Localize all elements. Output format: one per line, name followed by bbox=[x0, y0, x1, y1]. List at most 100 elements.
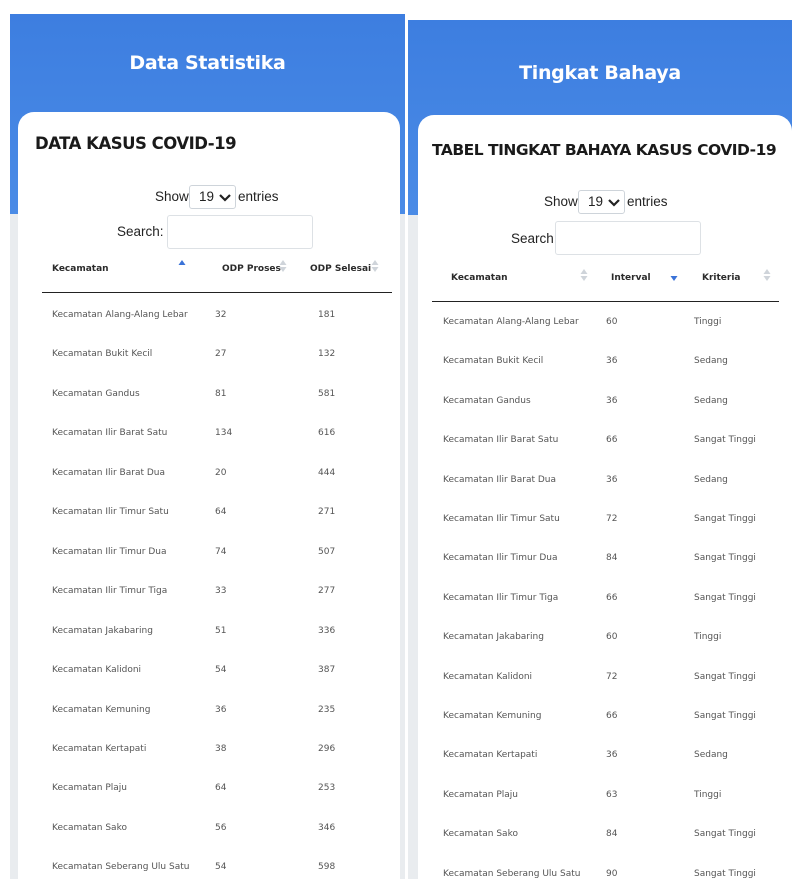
card-title: DATA KASUS COVID-19 bbox=[35, 134, 237, 153]
cell-odp-proses: 32 bbox=[215, 310, 227, 320]
cell-kecamatan: Kecamatan Alang-Alang Lebar bbox=[52, 310, 188, 320]
table-row: Kecamatan Ilir Timur Tiga 33 277 bbox=[42, 586, 392, 624]
entries-label: entries bbox=[238, 189, 279, 204]
sort-both-icon[interactable] bbox=[279, 259, 287, 273]
table-row: Kecamatan Ilir Timur Satu 72 Sangat Tinggi bbox=[432, 514, 779, 552]
sort-descending-icon[interactable] bbox=[670, 268, 678, 282]
column-header-kecamatan[interactable]: Kecamatan bbox=[451, 273, 508, 283]
table-row: Kecamatan Alang-Alang Lebar 60 Tinggi bbox=[432, 317, 779, 355]
cell-interval: 63 bbox=[606, 789, 618, 800]
table-row: Kecamatan Ilir Barat Dua 20 444 bbox=[42, 468, 392, 506]
table-header: Kecamatan Interval Kriteria bbox=[432, 269, 779, 302]
cell-interval: 66 bbox=[606, 711, 618, 721]
cell-interval: 60 bbox=[606, 317, 618, 327]
cell-odp-proses: 81 bbox=[215, 388, 227, 399]
hero-title: Tingkat Bahaya bbox=[519, 62, 681, 84]
cell-odp-selesai: 277 bbox=[318, 586, 336, 597]
show-label: Show bbox=[544, 194, 578, 209]
cell-odp-selesai: 598 bbox=[318, 862, 336, 873]
cell-odp-proses: 20 bbox=[215, 467, 227, 478]
chevron-down-icon bbox=[608, 199, 620, 207]
cell-kriteria: Tinggi bbox=[694, 317, 722, 327]
cell-kriteria: Sedang bbox=[694, 356, 728, 367]
card-title: TABEL TINGKAT BAHAYA KASUS COVID-19 bbox=[432, 141, 777, 159]
cell-odp-proses: 38 bbox=[215, 743, 227, 754]
tingkat-bahaya-panel: Tingkat Bahaya TABEL TINGKAT BAHAYA KASU… bbox=[408, 20, 792, 879]
cell-odp-proses: 64 bbox=[215, 507, 227, 518]
entries-select[interactable]: 19 bbox=[578, 190, 625, 214]
sort-both-icon[interactable] bbox=[763, 268, 771, 282]
cell-odp-selesai: 507 bbox=[318, 546, 336, 557]
table-row: Kecamatan Ilir Timur Dua 74 507 bbox=[42, 547, 392, 585]
cell-interval: 84 bbox=[606, 829, 618, 840]
cell-interval: 66 bbox=[606, 592, 618, 603]
cell-kecamatan: Kecamatan Kemuning bbox=[52, 704, 151, 715]
sort-both-icon[interactable] bbox=[580, 268, 588, 282]
cell-kecamatan: Kecamatan Ilir Barat Dua bbox=[52, 467, 166, 478]
cell-kecamatan: Kecamatan Ilir Barat Dua bbox=[443, 474, 557, 485]
search-label: Search: bbox=[117, 224, 164, 239]
column-header-kriteria[interactable]: Kriteria bbox=[702, 273, 741, 283]
cell-kecamatan: Kecamatan Bukit Kecil bbox=[443, 356, 544, 367]
cell-odp-selesai: 581 bbox=[318, 388, 336, 399]
cell-odp-selesai: 346 bbox=[318, 822, 336, 833]
cell-kecamatan: Kecamatan Kemuning bbox=[443, 711, 542, 721]
table-row: Kecamatan Ilir Timur Satu 64 271 bbox=[42, 507, 392, 545]
cell-odp-proses: 56 bbox=[215, 822, 227, 833]
cell-odp-proses: 51 bbox=[215, 625, 227, 636]
table-row: Kecamatan Sako 56 346 bbox=[42, 823, 392, 861]
cell-interval: 60 bbox=[606, 632, 618, 643]
cell-kecamatan: Kecamatan Gandus bbox=[52, 388, 140, 399]
cell-interval: 72 bbox=[606, 514, 618, 524]
cell-kriteria: Sangat Tinggi bbox=[694, 671, 756, 682]
table-row: Kecamatan Plaju 64 253 bbox=[42, 783, 392, 821]
entries-select[interactable]: 19 bbox=[189, 185, 236, 209]
cell-odp-proses: 74 bbox=[215, 546, 227, 557]
cell-kriteria: Sedang bbox=[694, 474, 728, 485]
cell-odp-selesai: 271 bbox=[318, 507, 336, 518]
entries-value: 19 bbox=[199, 189, 215, 204]
table-row: Kecamatan Sako 84 Sangat Tinggi bbox=[432, 829, 779, 867]
table-row: Kecamatan Kalidoni 72 Sangat Tinggi bbox=[432, 672, 779, 710]
cell-kriteria: Sangat Tinggi bbox=[694, 514, 756, 524]
column-header-odp-proses[interactable]: ODP Proses bbox=[222, 264, 281, 274]
data-card: DATA KASUS COVID-19 Show 19 entries Sear… bbox=[18, 112, 400, 879]
cell-odp-proses: 33 bbox=[215, 586, 227, 597]
cell-kriteria: Sangat Tinggi bbox=[694, 868, 756, 879]
cell-kriteria: Sangat Tinggi bbox=[694, 435, 756, 446]
search-input[interactable] bbox=[167, 215, 313, 249]
cell-kriteria: Sedang bbox=[694, 750, 728, 761]
cell-odp-proses: 36 bbox=[215, 704, 227, 715]
cell-odp-selesai: 444 bbox=[318, 467, 336, 478]
cell-kecamatan: Kecamatan Sako bbox=[52, 822, 127, 833]
column-header-odp-selesai[interactable]: ODP Selesai bbox=[310, 264, 371, 274]
cell-interval: 36 bbox=[606, 356, 618, 367]
cell-kriteria: Sangat Tinggi bbox=[694, 592, 756, 603]
cell-kecamatan: Kecamatan Ilir Timur Tiga bbox=[443, 592, 559, 603]
cell-kecamatan: Kecamatan Jakabaring bbox=[52, 625, 153, 636]
table-row: Kecamatan Gandus 36 Sedang bbox=[432, 396, 779, 434]
table-row: Kecamatan Bukit Kecil 27 132 bbox=[42, 349, 392, 387]
hero-title: Data Statistika bbox=[129, 52, 286, 74]
cell-kecamatan: Kecamatan Kalidoni bbox=[52, 665, 142, 676]
cell-kriteria: Tinggi bbox=[694, 789, 722, 800]
cell-kecamatan: Kecamatan Kertapati bbox=[443, 750, 538, 761]
table-row: Kecamatan Ilir Timur Tiga 66 Sangat Tinggi bbox=[432, 593, 779, 631]
search-input[interactable] bbox=[555, 221, 701, 255]
table-row: Kecamatan Bukit Kecil 36 Sedang bbox=[432, 356, 779, 394]
data-statistika-panel: Data Statistika DATA KASUS COVID-19 Show… bbox=[10, 14, 405, 879]
cell-odp-selesai: 181 bbox=[318, 310, 336, 320]
column-header-interval[interactable]: Interval bbox=[611, 273, 651, 283]
cell-kriteria: Sangat Tinggi bbox=[694, 829, 756, 840]
cell-odp-proses: 54 bbox=[215, 862, 227, 873]
sort-ascending-icon[interactable] bbox=[178, 259, 186, 273]
cell-kecamatan: Kecamatan Kertapati bbox=[52, 743, 147, 754]
cell-odp-selesai: 336 bbox=[318, 625, 336, 636]
show-label: Show bbox=[155, 189, 189, 204]
sort-both-icon[interactable] bbox=[371, 259, 379, 273]
cell-odp-selesai: 616 bbox=[318, 428, 336, 439]
cell-odp-selesai: 132 bbox=[318, 349, 336, 360]
table-row: Kecamatan Jakabaring 51 336 bbox=[42, 626, 392, 664]
column-header-kecamatan[interactable]: Kecamatan bbox=[52, 264, 109, 274]
data-card: TABEL TINGKAT BAHAYA KASUS COVID-19 Show… bbox=[418, 115, 792, 879]
